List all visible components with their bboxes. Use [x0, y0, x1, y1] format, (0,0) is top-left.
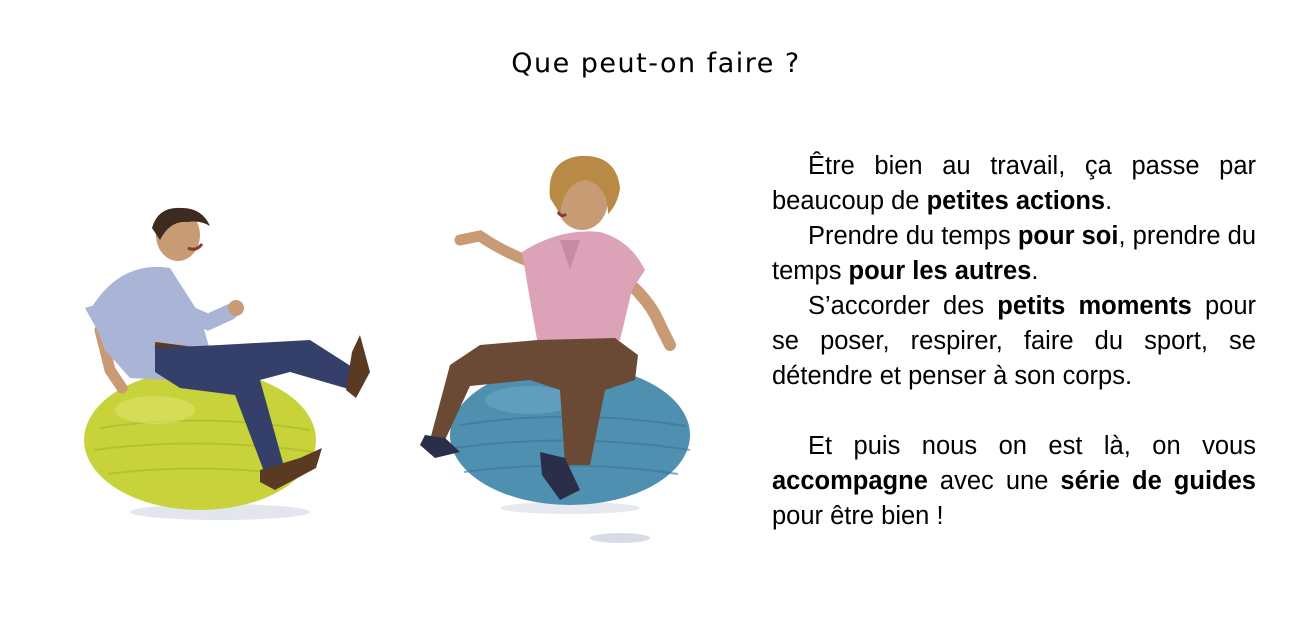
illustration	[84, 155, 691, 543]
bold-text: série de guides	[1060, 467, 1256, 495]
text-run: Prendre du temps	[808, 222, 1018, 250]
paragraph: Et puis nous on est là, on vous accompag…	[772, 429, 1256, 534]
bold-text: petites actions	[926, 187, 1106, 215]
paragraph-spacer	[772, 394, 1256, 429]
paragraph: Être bien au travail, ça passe par beauc…	[772, 149, 1256, 219]
bold-text: accompagne	[772, 467, 928, 495]
bold-text: pour soi	[1017, 222, 1119, 250]
woman-on-blue-ball	[420, 155, 691, 505]
text-block: Être bien au travail, ça passe par beauc…	[772, 149, 1256, 534]
bold-text: pour les autres	[848, 257, 1032, 285]
man-on-yellow-ball	[84, 207, 370, 510]
paragraph: Prendre du temps pour soi, prendre du te…	[772, 219, 1256, 289]
shadow	[590, 533, 650, 543]
page-title: Que peut-on faire ?	[511, 48, 801, 79]
text-run: avec une	[927, 467, 1061, 495]
text-run: pour être bien !	[772, 502, 944, 530]
text-run: Et puis nous on est là, on vous	[808, 432, 1256, 460]
paragraph: S’accorder des petits moments pour se po…	[772, 289, 1256, 394]
text-run: .	[1031, 257, 1039, 285]
bold-text: petits moments	[997, 292, 1192, 320]
text-run: S’accorder des	[808, 292, 998, 320]
text-run: .	[1105, 187, 1113, 215]
